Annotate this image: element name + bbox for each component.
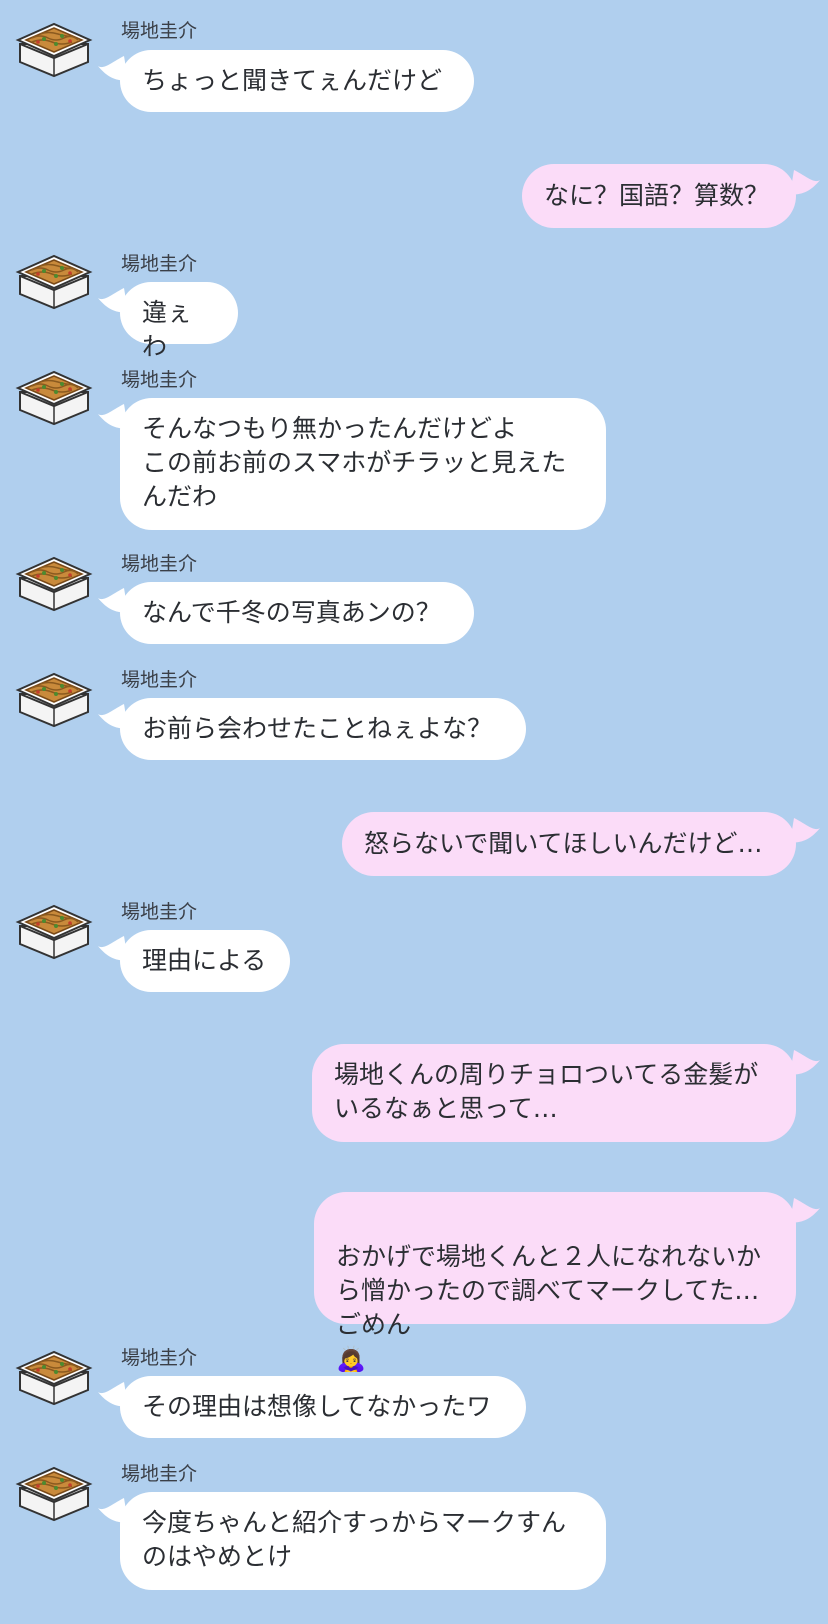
bowing-woman-emoji: 🙇‍♀️	[336, 1345, 366, 1373]
sender-name: 場地圭介	[121, 1347, 198, 1369]
yakisoba-avatar-icon[interactable]	[14, 14, 94, 80]
yakisoba-avatar-icon[interactable]	[14, 1458, 94, 1524]
sender-name: 場地圭介	[121, 901, 198, 923]
message-bubble-incoming[interactable]: 理由による	[120, 930, 290, 992]
sender-name: 場地圭介	[121, 253, 198, 275]
message-bubble-outgoing[interactable]: おかげで場地くんと２人になれないか ら憎かったので調べてマークしてた… ごめん …	[314, 1192, 796, 1373]
message-text: おかげで場地くんと２人になれないか ら憎かったので調べてマークしてた… ごめん	[336, 1242, 762, 1339]
message-bubble-incoming[interactable]: その理由は想像してなかったワ	[120, 1376, 526, 1438]
yakisoba-avatar-icon[interactable]	[14, 664, 94, 730]
message-bubble-outgoing[interactable]: なに？国語？算数？	[522, 164, 796, 228]
sender-name: 場地圭介	[121, 553, 198, 575]
yakisoba-avatar-icon[interactable]	[14, 548, 94, 614]
sender-name: 場地圭介	[121, 1463, 198, 1485]
message-bubble-outgoing[interactable]: 場地くんの周りチョロついてる金髪が いるなぁと思って…	[312, 1044, 796, 1142]
sender-name: 場地圭介	[121, 20, 198, 42]
message-bubble-incoming[interactable]: ちょっと聞きてぇんだけど	[120, 50, 474, 112]
message-bubble-incoming[interactable]: なんで千冬の写真あンの？	[120, 582, 474, 644]
message-bubble-outgoing[interactable]: 怒らないで聞いてほしいんだけど…	[342, 812, 796, 876]
message-bubble-incoming[interactable]: 違ぇわ	[120, 282, 238, 361]
yakisoba-avatar-icon[interactable]	[14, 362, 94, 428]
sender-name: 場地圭介	[121, 669, 198, 691]
yakisoba-avatar-icon[interactable]	[14, 246, 94, 312]
message-bubble-incoming[interactable]: お前ら会わせたことねぇよな？	[120, 698, 526, 760]
message-bubble-incoming[interactable]: 今度ちゃんと紹介すっからマークすん のはやめとけ	[120, 1492, 606, 1590]
sender-name: 場地圭介	[121, 369, 198, 391]
yakisoba-avatar-icon[interactable]	[14, 896, 94, 962]
yakisoba-avatar-icon[interactable]	[14, 1342, 94, 1408]
message-bubble-incoming[interactable]: そんなつもり無かったんだけどよ この前お前のスマホがチラッと見えた んだわ	[120, 398, 606, 530]
